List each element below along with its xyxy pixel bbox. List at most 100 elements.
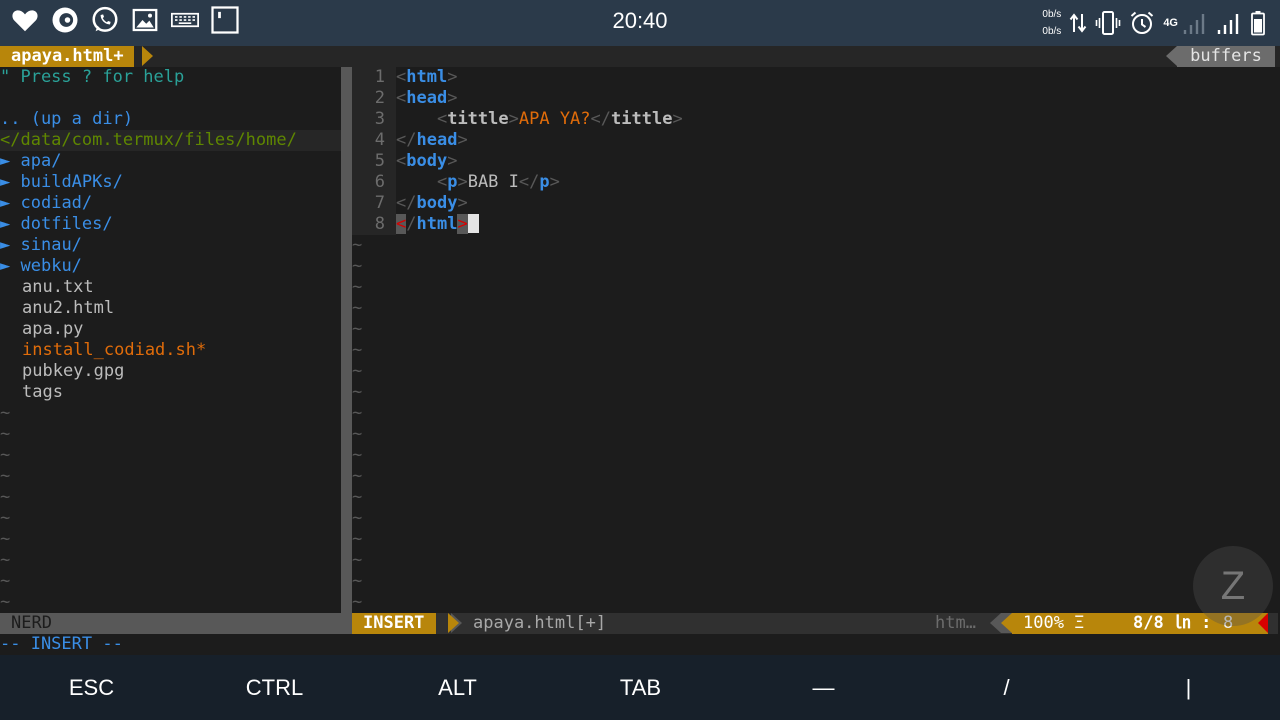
line-number: 3 [374, 109, 385, 129]
tag-bracket: < [436, 172, 448, 192]
folder-arrow-icon: ► [0, 172, 11, 192]
tag-bracket: > [508, 109, 519, 129]
code-line-8[interactable]: </html> [396, 214, 479, 235]
folder-arrow-icon: ► [0, 151, 11, 171]
editor-tilde: ~ [352, 424, 363, 444]
tag-name: body [416, 193, 458, 213]
scroll-percent: 100% Ξ [1023, 613, 1085, 633]
dir-label: buildAPKs/ [20, 172, 123, 192]
file-install-codiad-sh[interactable]: install_codiad.sh* [22, 340, 363, 361]
dir-label: apa/ [20, 151, 62, 171]
dir-sinau[interactable]: ► sinau/ [0, 235, 341, 256]
editor-tilde: ~ [352, 592, 363, 612]
vim-cmdline[interactable]: -- INSERT -- [0, 634, 1280, 655]
editor-tilde: ~ [352, 340, 363, 360]
file-anu-txt[interactable]: anu.txt [22, 277, 363, 298]
editor-tilde: ~ [352, 235, 363, 255]
tag-bracket: > [447, 88, 458, 108]
nerdtree-tilde: ~ [0, 466, 11, 486]
tag-bracket: > [457, 193, 468, 213]
editor-tilde: ~ [352, 466, 363, 486]
tag-bracket: > [447, 151, 458, 171]
nerdtree-tilde: ~ [0, 424, 11, 444]
floating-z-bubble[interactable]: Z [1193, 546, 1273, 626]
mode-separator [448, 613, 459, 633]
tag-name: tittle [611, 109, 673, 129]
matched-bracket: > [457, 214, 468, 234]
dir-label: webku/ [20, 256, 82, 276]
nerdtree-statusline: NERD [0, 613, 341, 634]
tag-bracket: < [436, 109, 448, 129]
nerdtree-tilde: ~ [0, 529, 11, 549]
nerdtree-cwd[interactable]: </data/com.termux/files/home/ [0, 130, 341, 151]
vim-tabline: apaya.html+ buffers [0, 46, 1280, 67]
folder-arrow-icon: ► [0, 235, 11, 255]
tag-name: p [447, 172, 458, 192]
code-line-1[interactable]: <html> [396, 67, 457, 88]
code-line-7[interactable]: </body> [396, 193, 468, 214]
folder-arrow-icon: ► [0, 193, 11, 213]
statusline-filetype: htm… [935, 613, 976, 633]
dir-webku[interactable]: ► webku/ [0, 256, 341, 277]
vibrate-icon [1096, 11, 1121, 35]
tag-bracket: </ [590, 109, 612, 129]
title-text: APA YA? [518, 109, 591, 129]
editor-tilde: ~ [352, 487, 363, 507]
battery-icon [1251, 11, 1265, 36]
file-pubkey-gpg[interactable]: pubkey.gpg [22, 361, 363, 382]
alt-key[interactable]: ALT [366, 655, 549, 720]
dir-apa[interactable]: ► apa/ [0, 151, 341, 172]
slash-key[interactable]: / [915, 655, 1098, 720]
tag-bracket: > [549, 172, 560, 192]
text-cursor [467, 214, 479, 233]
vertical-split-bar[interactable] [341, 67, 352, 634]
dash-key[interactable]: — [732, 655, 915, 720]
editor-tilde: ~ [352, 571, 363, 591]
tab-separator [142, 46, 153, 66]
esc-key[interactable]: ESC [0, 655, 183, 720]
nerdtree-tilde: ~ [0, 403, 11, 423]
dir-label: codiad/ [20, 193, 93, 213]
dir-buildapks[interactable]: ► buildAPKs/ [0, 172, 341, 193]
editor-tilde: ~ [352, 298, 363, 318]
code-line-4[interactable]: </head> [396, 130, 468, 151]
tag-bracket: > [672, 109, 683, 129]
mode-indicator: INSERT [352, 613, 437, 634]
dir-dotfiles[interactable]: ► dotfiles/ [0, 214, 341, 235]
code-line-5[interactable]: <body> [396, 151, 457, 172]
network-speed: 0b/s 0b/s [1042, 6, 1061, 40]
nerdtree-tilde: ~ [0, 592, 11, 612]
buffers-separator [1166, 46, 1177, 66]
tag-bracket: </ [518, 172, 540, 192]
signal-icon [1183, 14, 1205, 34]
file-anu2-html[interactable]: anu2.html [22, 298, 363, 319]
code-line-3[interactable]: <tittle>APA YA?</tittle> [396, 109, 683, 130]
tab-key[interactable]: TAB [549, 655, 732, 720]
tag-name: tittle [447, 109, 509, 129]
line-number: 1 [374, 67, 385, 87]
file-apa-py[interactable]: apa.py [22, 319, 363, 340]
editor-pane[interactable]: 1 2 3 4 5 6 7 8 <html> <head> <tittle>AP… [352, 67, 1280, 613]
tag-bracket: </ [396, 130, 417, 150]
line-column: 8/8 ㏑ : [1133, 613, 1212, 633]
line-number-gutter: 1 2 3 4 5 6 7 8 [352, 67, 396, 235]
tag-bracket: > [457, 130, 468, 150]
code-line-6[interactable]: <p>BAB I</p> [396, 172, 560, 193]
pipe-key[interactable]: | [1097, 655, 1280, 720]
system-icons: 0b/s 0b/s 4G [1042, 6, 1266, 40]
tag-name: html [416, 214, 458, 234]
tab-apaya-html[interactable]: apaya.html+ [0, 46, 134, 67]
editor-tilde: ~ [352, 529, 363, 549]
code-line-2[interactable]: <head> [396, 88, 457, 109]
tag-bracket: </ [396, 193, 417, 213]
ctrl-key[interactable]: CTRL [183, 655, 366, 720]
nerdtree-up-dir[interactable]: .. (up a dir) [0, 109, 341, 130]
position-separator-accent [1001, 613, 1012, 633]
tag-name: head [406, 88, 448, 108]
file-tags[interactable]: tags [22, 382, 363, 403]
buffers-button[interactable]: buffers [1177, 46, 1275, 67]
editor-tilde: ~ [352, 319, 363, 339]
dir-codiad[interactable]: ► codiad/ [0, 193, 341, 214]
line-number: 8 [374, 214, 385, 234]
